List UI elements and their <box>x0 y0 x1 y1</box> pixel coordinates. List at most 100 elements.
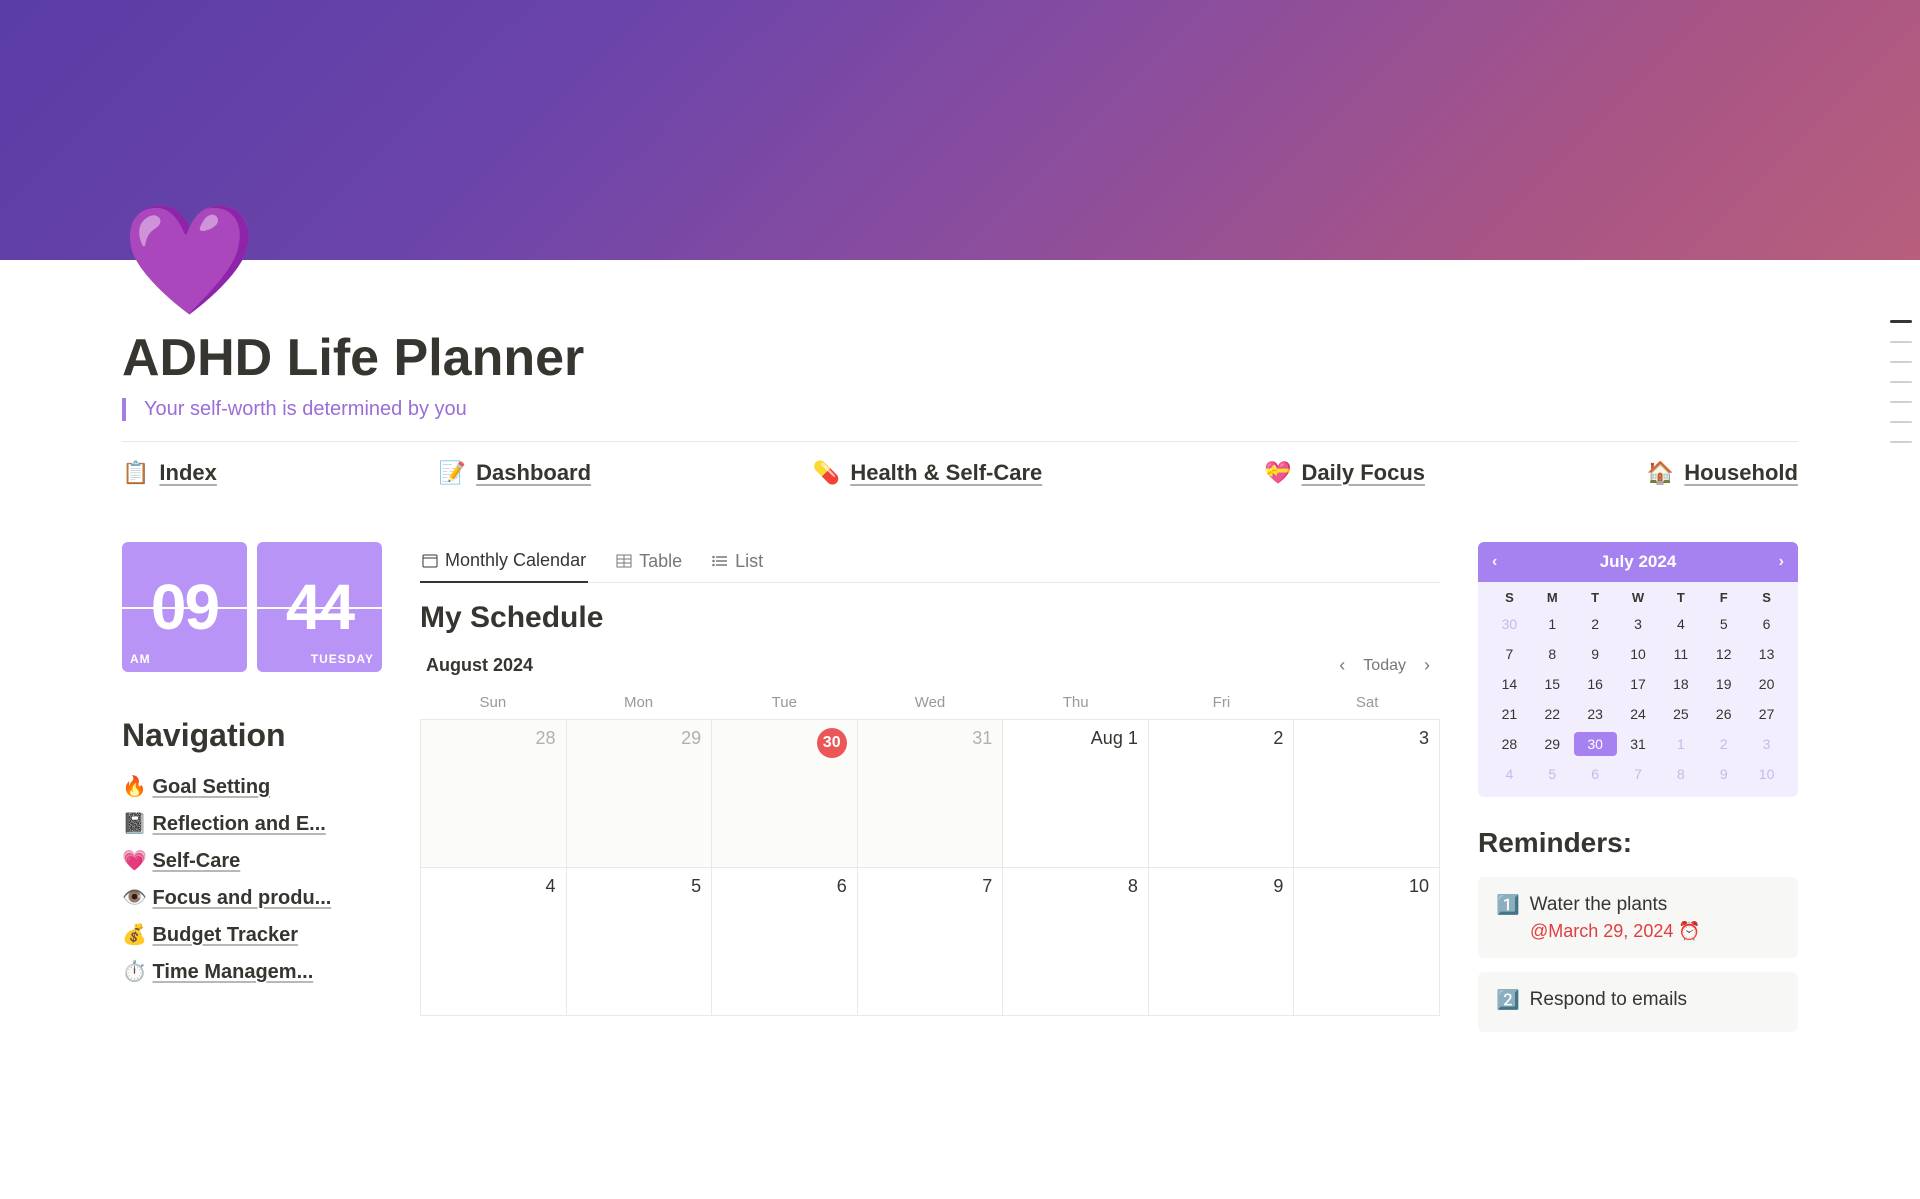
mini-day[interactable]: 27 <box>1745 702 1788 726</box>
reminder-card[interactable]: 2️⃣ Respond to emails <box>1478 972 1798 1032</box>
calendar-cell[interactable]: 4 <box>421 868 567 1016</box>
mini-next-button[interactable]: › <box>1779 553 1784 571</box>
calendar-cell[interactable]: 3 <box>1294 720 1440 868</box>
top-nav-daily-focus[interactable]: 💝 Daily Focus <box>1264 460 1425 486</box>
page-title[interactable]: ADHD Life Planner <box>122 328 1798 388</box>
mini-day[interactable]: 2 <box>1574 612 1617 636</box>
mini-day[interactable]: 6 <box>1745 612 1788 636</box>
calendar-grid[interactable]: 28 29 30 31 Aug 123 456 78910 <box>420 719 1440 1016</box>
calendar-cell[interactable]: Aug 1 <box>1003 720 1149 868</box>
mini-day[interactable]: 25 <box>1659 702 1702 726</box>
month-label[interactable]: August 2024 <box>426 655 533 676</box>
mini-day[interactable]: 16 <box>1574 672 1617 696</box>
nav-item[interactable]: 👁️ Focus and produ... <box>122 879 382 916</box>
mini-day[interactable]: 29 <box>1531 732 1574 756</box>
mini-day[interactable]: 4 <box>1659 612 1702 636</box>
dashboard-icon: 📝 <box>439 460 466 486</box>
mini-day[interactable]: 10 <box>1745 762 1788 786</box>
mini-day[interactable]: 12 <box>1702 642 1745 666</box>
mini-day[interactable]: 26 <box>1702 702 1745 726</box>
mini-day[interactable]: 15 <box>1531 672 1574 696</box>
nav-item[interactable]: 💗 Self-Care <box>122 842 382 879</box>
reminder-text: Respond to emails <box>1530 989 1687 1011</box>
mini-day[interactable]: 5 <box>1702 612 1745 636</box>
calendar-cell[interactable]: 2 <box>1149 720 1295 868</box>
top-nav-household[interactable]: 🏠 Household <box>1647 460 1798 486</box>
day-number: 30 <box>817 728 847 758</box>
calendar-cell[interactable]: 7 <box>858 868 1004 1016</box>
mini-day[interactable]: 18 <box>1659 672 1702 696</box>
day-number: 4 <box>546 876 556 896</box>
mini-day[interactable]: 9 <box>1702 762 1745 786</box>
mini-day[interactable]: 6 <box>1574 762 1617 786</box>
mini-day[interactable]: 17 <box>1617 672 1660 696</box>
reminders-heading: Reminders: <box>1478 827 1798 859</box>
prev-month-button[interactable]: ‹ <box>1335 651 1349 680</box>
tab-monthly-calendar[interactable]: Monthly Calendar <box>420 542 588 583</box>
nav-item[interactable]: ⏱️ Time Managem... <box>122 953 382 990</box>
today-button[interactable]: Today <box>1363 657 1406 675</box>
top-nav-health[interactable]: 💊 Health & Self-Care <box>813 460 1042 486</box>
mini-day[interactable]: 8 <box>1659 762 1702 786</box>
mini-day[interactable]: 21 <box>1488 702 1531 726</box>
mini-day[interactable]: 11 <box>1659 642 1702 666</box>
mini-day[interactable]: 14 <box>1488 672 1531 696</box>
nav-item[interactable]: 🔥 Goal Setting <box>122 768 382 805</box>
mini-day[interactable]: 7 <box>1617 762 1660 786</box>
mini-day[interactable]: 23 <box>1574 702 1617 726</box>
mini-day[interactable]: 30 <box>1574 732 1617 756</box>
mini-calendar[interactable]: ‹ July 2024 › SMTWTFS 301234567891011121… <box>1478 542 1798 797</box>
tab-label: Monthly Calendar <box>445 550 586 571</box>
mini-day[interactable]: 4 <box>1488 762 1531 786</box>
mini-day[interactable]: 1 <box>1531 612 1574 636</box>
top-nav-index[interactable]: 📋 Index <box>122 460 217 486</box>
tab-table[interactable]: Table <box>614 543 684 582</box>
tab-list[interactable]: List <box>710 543 765 582</box>
mini-day[interactable]: 19 <box>1702 672 1745 696</box>
mini-day[interactable]: 24 <box>1617 702 1660 726</box>
calendar-cell[interactable]: 5 <box>567 868 713 1016</box>
mini-day[interactable]: 8 <box>1531 642 1574 666</box>
mini-day[interactable]: 13 <box>1745 642 1788 666</box>
calendar-cell[interactable]: 30 <box>712 720 858 868</box>
calendar-cell[interactable]: 6 <box>712 868 858 1016</box>
reminder-icon: 2️⃣ <box>1496 988 1520 1012</box>
day-number: 29 <box>681 728 701 748</box>
page-subtitle[interactable]: Your self-worth is determined by you <box>144 398 467 420</box>
calendar-cell[interactable]: 10 <box>1294 868 1440 1016</box>
mini-day[interactable]: 31 <box>1617 732 1660 756</box>
mini-calendar-grid[interactable]: 3012345678910111213141516171819202122232… <box>1478 609 1798 789</box>
page-icon[interactable]: 💜 <box>122 206 1798 314</box>
reminder-card[interactable]: 1️⃣Water the plants@March 29, 2024 ⏰ <box>1478 877 1798 958</box>
mini-day[interactable]: 10 <box>1617 642 1660 666</box>
mini-day[interactable]: 5 <box>1531 762 1574 786</box>
nav-item[interactable]: 💰 Budget Tracker <box>122 916 382 953</box>
mini-day[interactable]: 28 <box>1488 732 1531 756</box>
nav-item[interactable]: 📓 Reflection and E... <box>122 805 382 842</box>
calendar-dow: Sun <box>420 694 566 711</box>
next-month-button[interactable]: › <box>1420 651 1434 680</box>
calendar-icon <box>422 553 438 569</box>
mini-prev-button[interactable]: ‹ <box>1492 553 1497 571</box>
mini-day[interactable]: 30 <box>1488 612 1531 636</box>
calendar-cell[interactable]: 28 <box>421 720 567 868</box>
mini-day[interactable]: 2 <box>1702 732 1745 756</box>
calendar-cell[interactable]: 31 <box>858 720 1004 868</box>
day-number: 31 <box>972 728 992 748</box>
mini-day[interactable]: 9 <box>1574 642 1617 666</box>
calendar-cell[interactable]: 8 <box>1003 868 1149 1016</box>
mini-day[interactable]: 22 <box>1531 702 1574 726</box>
mini-day[interactable]: 3 <box>1745 732 1788 756</box>
schedule-title[interactable]: My Schedule <box>420 601 1440 635</box>
mini-day[interactable]: 7 <box>1488 642 1531 666</box>
top-nav-dashboard[interactable]: 📝 Dashboard <box>439 460 591 486</box>
calendar-cell[interactable]: 9 <box>1149 868 1295 1016</box>
mini-day[interactable]: 1 <box>1659 732 1702 756</box>
calendar-cell[interactable]: 29 <box>567 720 713 868</box>
divider <box>122 441 1798 442</box>
day-number: 7 <box>982 876 992 896</box>
center-column: Monthly Calendar Table List My Schedule <box>420 542 1440 1046</box>
day-number: 28 <box>536 728 556 748</box>
mini-day[interactable]: 3 <box>1617 612 1660 636</box>
mini-day[interactable]: 20 <box>1745 672 1788 696</box>
